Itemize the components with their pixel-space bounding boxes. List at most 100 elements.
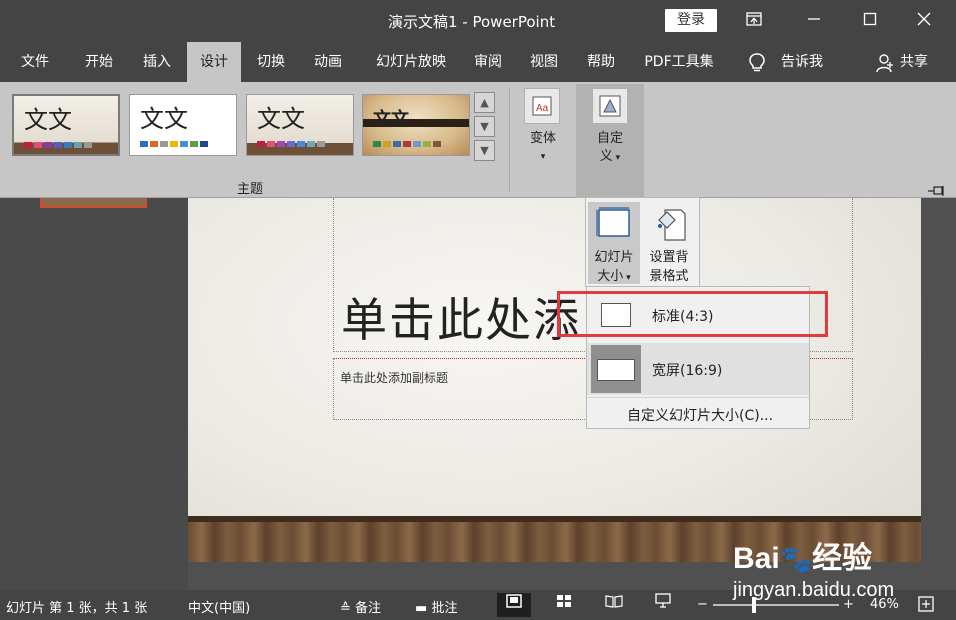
tab-design[interactable]: 设计	[187, 42, 241, 82]
custom-slide-size-item[interactable]: 自定义幻灯片大小(C)...	[627, 405, 773, 425]
format-background-label-2: 景格式	[649, 269, 689, 284]
tab-review[interactable]: 审阅	[463, 42, 513, 82]
slide-size-icon	[592, 88, 628, 124]
theme-thumbnail[interactable]: 文文	[129, 94, 237, 156]
maximize-icon[interactable]	[852, 6, 888, 36]
customize-label-2: 义	[599, 149, 613, 164]
normal-view-icon	[506, 594, 522, 608]
customize-button[interactable]: 自定 义 ▾	[576, 84, 644, 198]
slide-thumbnail[interactable]	[40, 198, 147, 208]
variants-icon: Aa	[524, 88, 560, 124]
color-swatch	[307, 141, 315, 147]
subtitle-placeholder-text: 单击此处添加副标题	[340, 371, 449, 385]
gallery-scroll-up-icon[interactable]: ▲	[474, 92, 495, 113]
slideshow-icon	[655, 593, 671, 608]
fit-to-window-icon[interactable]	[918, 596, 934, 616]
color-swatch	[74, 142, 82, 148]
notes-label: 备注	[355, 601, 382, 616]
color-swatch	[383, 141, 391, 147]
tab-home[interactable]: 开始	[74, 42, 124, 82]
tab-view[interactable]: 视图	[519, 42, 569, 82]
title-placeholder-text: 单击此处添	[341, 293, 581, 347]
tab-animations[interactable]: 动画	[303, 42, 353, 82]
chevron-down-icon: ▾	[612, 153, 621, 163]
highlight-annotation-box	[557, 291, 828, 337]
tell-me-search[interactable]: 告诉我	[774, 42, 830, 82]
variants-label: 变体	[529, 131, 556, 146]
menu-separator	[587, 397, 809, 398]
tab-help[interactable]: 帮助	[576, 42, 626, 82]
notes-button[interactable]: ≙ 备注	[340, 597, 381, 616]
ribbon-display-options-icon[interactable]	[736, 6, 772, 36]
color-swatch	[64, 142, 72, 148]
minimize-icon[interactable]	[796, 6, 832, 36]
color-swatch	[433, 141, 441, 147]
tab-file[interactable]: 文件	[10, 42, 60, 82]
theme-color-swatches	[257, 141, 325, 147]
theme-thumbnail[interactable]: 文文	[362, 94, 470, 156]
theme-thumbnail[interactable]: 文文	[12, 94, 120, 156]
theme-color-swatches	[24, 142, 92, 148]
gallery-more-icon[interactable]: ▼	[474, 140, 495, 161]
menu-item-widescreen[interactable]: 宽屏(16:9)	[587, 343, 809, 395]
reading-view-button[interactable]	[597, 593, 631, 617]
tab-pdf-tools[interactable]: PDF工具集	[636, 42, 722, 82]
language-indicator[interactable]: 中文(中国)	[188, 597, 250, 616]
tab-insert[interactable]: 插入	[132, 42, 182, 82]
slide-thumbnails-pane[interactable]	[0, 198, 174, 590]
ribbon-divider	[509, 88, 510, 192]
close-icon[interactable]	[906, 6, 942, 36]
format-background-button[interactable]: 设置背 景格式	[643, 202, 695, 284]
comments-button[interactable]: ▬ 批注	[415, 597, 457, 616]
theme-thumbnail[interactable]: 文文	[246, 94, 354, 156]
theme-sample-text: 文文	[373, 109, 409, 130]
slide-size-button[interactable]: 幻灯片 大小 ▾	[588, 202, 640, 284]
gallery-scroll-down-icon[interactable]: ▼	[474, 116, 495, 137]
comments-label: 批注	[431, 601, 458, 616]
color-swatch	[34, 142, 42, 148]
person-icon	[875, 53, 895, 73]
design-ribbon: 文文 文文 文文 文文 ▲ ▼ ▼ 主题 Aa 变体 ▾ 自定 义 ▾	[0, 82, 956, 198]
notes-icon: ≙	[340, 601, 351, 616]
slide-size-label-2: 大小	[597, 269, 624, 284]
chevron-down-icon: ▾	[623, 273, 631, 283]
theme-sample-text: 文文	[257, 105, 305, 133]
color-swatch	[200, 141, 208, 147]
slideshow-view-button[interactable]	[646, 593, 680, 617]
zoom-slider-track[interactable]	[713, 597, 839, 613]
tab-slideshow[interactable]: 幻灯片放映	[364, 42, 458, 82]
theme-color-swatches	[140, 141, 208, 147]
login-button[interactable]: 登录	[665, 9, 717, 32]
paw-icon: 🐾	[779, 544, 813, 574]
widescreen-label: 宽屏(16:9)	[652, 363, 723, 379]
themes-group-label: 主题	[237, 182, 264, 197]
slide-canvas[interactable]: 单击此处添 单击此处添加副标题	[188, 198, 921, 562]
color-swatch	[170, 141, 178, 147]
color-swatch	[160, 141, 168, 147]
share-button[interactable]: 共享	[892, 42, 936, 82]
theme-sample-text: 文文	[140, 105, 188, 133]
watermark-brand-suffix: 经验	[812, 542, 873, 575]
color-swatch	[44, 142, 52, 148]
slide-sorter-view-button[interactable]	[547, 593, 581, 617]
variants-button[interactable]: Aa 变体 ▾	[520, 86, 566, 170]
comment-icon: ▬	[415, 601, 428, 616]
color-swatch	[54, 142, 62, 148]
color-swatch	[277, 141, 285, 147]
customize-label: 自定	[596, 131, 623, 146]
pin-ribbon-icon[interactable]	[926, 182, 946, 196]
color-swatch	[257, 141, 265, 147]
tab-transitions[interactable]: 切换	[246, 42, 296, 82]
window-title: 演示文稿1 - PowerPoint	[388, 13, 556, 31]
slide-counter: 幻灯片 第 1 张，共 1 张	[6, 601, 148, 616]
color-swatch	[150, 141, 158, 147]
color-swatch	[403, 141, 411, 147]
color-swatch	[423, 141, 431, 147]
slide-sorter-icon	[557, 595, 571, 607]
normal-view-button[interactable]	[497, 593, 531, 617]
lightbulb-icon	[747, 52, 767, 74]
zoom-out-button[interactable]: −	[697, 597, 708, 612]
watermark-brand-text: Bai	[733, 542, 780, 575]
color-swatch	[267, 141, 275, 147]
color-swatch	[180, 141, 188, 147]
